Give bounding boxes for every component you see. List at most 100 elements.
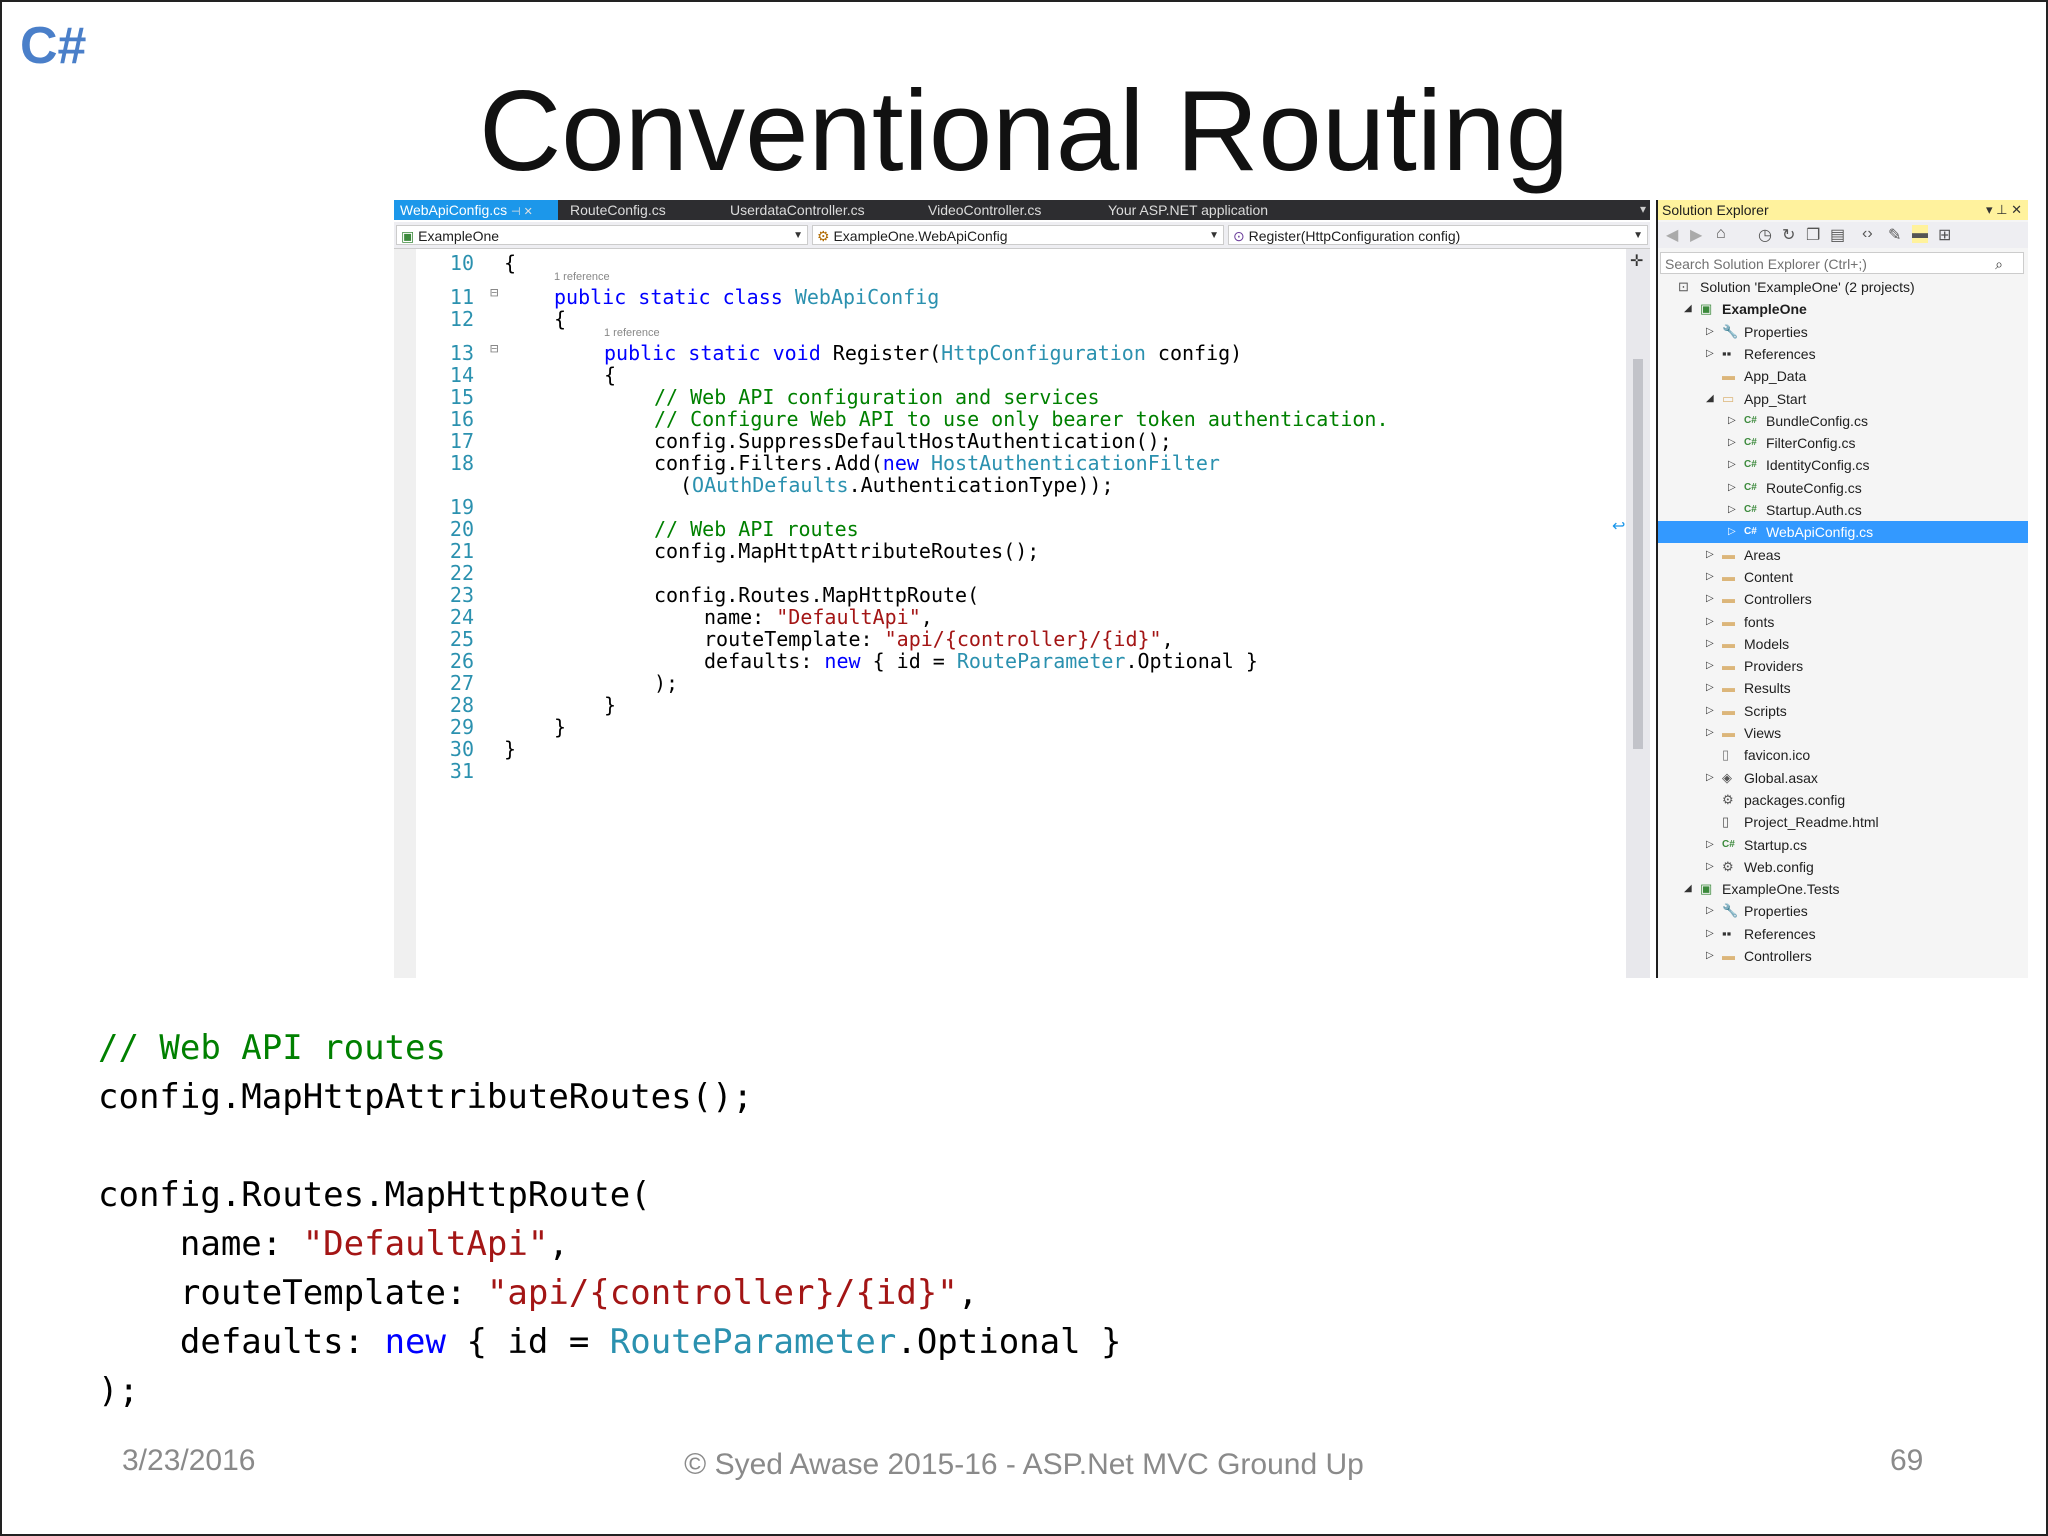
tree-item[interactable]: ◢ ▣ ExampleOne xyxy=(1658,298,2028,320)
tree-item[interactable]: ▷ C# Startup.cs xyxy=(1658,834,2028,856)
expand-icon[interactable]: ▷ xyxy=(1706,923,1714,945)
expand-icon[interactable]: ▷ xyxy=(1728,432,1736,454)
solution-explorer-toolbar: ◀ ▶ ⌂ ◷ ↻ ❐ ▤ ‹› ✎ ▬ ⊞ xyxy=(1658,222,2028,248)
forward-icon[interactable]: ▶ xyxy=(1690,225,1702,245)
sync-icon[interactable]: ▬ xyxy=(1912,225,1928,243)
tree-item[interactable]: ◢ ▭ App_Start xyxy=(1658,388,2028,410)
collapse-icon[interactable]: ◢ xyxy=(1684,878,1692,900)
tree-item[interactable]: ⚙ packages.config xyxy=(1658,789,2028,811)
tab-videocontroller[interactable]: VideoController.cs xyxy=(928,202,1041,218)
tree-item[interactable]: ◢ ▣ ExampleOne.Tests xyxy=(1658,878,2028,900)
tab-webapiconfig[interactable]: WebApiConfig.cs ⊣ ✕ xyxy=(394,200,558,220)
tree-item[interactable]: ▯ Project_Readme.html xyxy=(1658,811,2028,833)
search-icon[interactable]: ⌕ xyxy=(1995,253,2003,275)
tree-item[interactable]: ▷ ▬ Views xyxy=(1658,722,2028,744)
tab-your-aspnet-application[interactable]: Your ASP.NET application xyxy=(1108,202,1268,218)
expand-icon[interactable]: ▷ xyxy=(1706,633,1714,655)
properties-wrench-icon[interactable]: ✎ xyxy=(1888,225,1901,245)
expand-icon[interactable]: ▷ xyxy=(1706,544,1714,566)
project-dropdown[interactable]: ▣ ExampleOne ▼ xyxy=(396,225,808,245)
tree-item[interactable]: ▯ favicon.ico xyxy=(1658,744,2028,766)
solution-explorer-search-input[interactable]: Search Solution Explorer (Ctrl+;) ⌕ xyxy=(1660,252,2024,274)
tree-item[interactable]: ▷ ▬ Scripts xyxy=(1658,700,2028,722)
tab-dropdown-icon[interactable]: ▾ xyxy=(1640,202,1646,216)
tab-routeconfig[interactable]: RouteConfig.cs xyxy=(570,202,666,218)
tree-item[interactable]: ▷ ◈ Global.asax xyxy=(1658,767,2028,789)
panel-controls-icon[interactable]: ▾ ⊥ ✕ xyxy=(1986,200,2022,220)
code-line-23: config.Routes.MapHttpRoute( xyxy=(654,583,980,607)
expand-icon[interactable]: ▷ xyxy=(1706,700,1714,722)
collapse-icon[interactable]: ⊟ xyxy=(490,341,498,357)
history-icon[interactable]: ◷ xyxy=(1758,225,1772,245)
tree-item[interactable]: ▬ App_Data xyxy=(1658,365,2028,387)
line-number: 31 xyxy=(449,759,474,783)
tree-item[interactable]: ▷ C# Startup.Auth.cs xyxy=(1658,499,2028,521)
slide-title: Conventional Routing xyxy=(478,68,1570,195)
tree-item[interactable]: ▷ 🔧 Properties xyxy=(1658,321,2028,343)
tree-item[interactable]: ▷ ▬ Controllers xyxy=(1658,945,2028,967)
expand-icon[interactable]: ▷ xyxy=(1706,566,1714,588)
tree-item[interactable]: ▷ ▬ Models xyxy=(1658,633,2028,655)
tree-item-label: ExampleOne.Tests xyxy=(1722,881,1840,898)
expand-icon[interactable]: ▷ xyxy=(1728,499,1736,521)
collapse-icon[interactable]: ◢ xyxy=(1684,298,1692,320)
home-icon[interactable]: ⌂ xyxy=(1716,225,1726,243)
type-dropdown[interactable]: ⚙ ExampleOne.WebApiConfig ▼ xyxy=(812,225,1224,245)
tree-item[interactable]: ▷ ▪▪ References xyxy=(1658,923,2028,945)
tab-pin-close-icon[interactable]: ⊣ ✕ xyxy=(511,206,533,218)
expand-icon[interactable]: ▷ xyxy=(1728,454,1736,476)
codelens-references[interactable]: 1 reference xyxy=(554,271,610,283)
expand-icon[interactable]: ▷ xyxy=(1706,611,1714,633)
expand-icon[interactable]: ▷ xyxy=(1706,321,1714,343)
refresh-icon[interactable]: ↻ xyxy=(1782,225,1795,245)
expand-icon[interactable]: ▷ xyxy=(1728,521,1736,543)
code-line-26: defaults: new { id = RouteParameter.Opti… xyxy=(704,649,1258,673)
expand-icon[interactable]: ▷ xyxy=(1728,410,1736,432)
editor-scrollbar[interactable]: ✛ xyxy=(1626,249,1650,978)
tree-item[interactable]: ▷ ▪▪ References xyxy=(1658,343,2028,365)
expand-icon[interactable]: ▷ xyxy=(1706,945,1714,967)
collapse-icon[interactable]: ⊟ xyxy=(490,285,498,301)
expand-icon[interactable]: ▷ xyxy=(1706,343,1714,365)
expand-icon[interactable]: ▷ xyxy=(1706,655,1714,677)
expand-icon[interactable]: ▷ xyxy=(1706,588,1714,610)
tab-userdatacontroller[interactable]: UserdataController.cs xyxy=(730,202,865,218)
collapse-icon[interactable]: ◢ xyxy=(1706,388,1714,410)
tree-item[interactable]: ▷ ▬ Controllers xyxy=(1658,588,2028,610)
tree-item[interactable]: ▷ ▬ fonts xyxy=(1658,611,2028,633)
codelens-references[interactable]: 1 reference xyxy=(604,327,660,339)
tree-item[interactable]: ▷ C# RouteConfig.cs xyxy=(1658,477,2028,499)
tree-item[interactable]: ▷ ▬ Results xyxy=(1658,677,2028,699)
expand-icon[interactable]: ▷ xyxy=(1706,677,1714,699)
tree-item[interactable]: ▷ C# WebApiConfig.cs xyxy=(1658,521,2028,544)
view-code-icon[interactable]: ‹› xyxy=(1862,225,1873,243)
back-icon[interactable]: ◀ xyxy=(1666,225,1678,245)
tree-item[interactable]: ▷ 🔧 Properties xyxy=(1658,900,2028,922)
tree-item[interactable]: ▷ ▬ Content xyxy=(1658,566,2028,588)
code-line-21: config.MapHttpAttributeRoutes(); xyxy=(654,539,1040,563)
scrollbar-thumb[interactable] xyxy=(1633,359,1643,749)
tree-item[interactable]: ▷ C# FilterConfig.cs xyxy=(1658,432,2028,454)
class-icon: ⚙ xyxy=(817,228,834,244)
expand-icon[interactable]: ▷ xyxy=(1706,722,1714,744)
line-number: 16 xyxy=(449,407,474,431)
code-editor[interactable]: 10 11 12 13 14 15 16 17 18 19 20 21 22 2… xyxy=(394,249,1626,978)
tree-item[interactable]: ▷ ▬ Providers xyxy=(1658,655,2028,677)
member-dropdown[interactable]: ⊙ Register(HttpConfiguration config) ▼ xyxy=(1228,225,1648,245)
expand-icon[interactable]: ▷ xyxy=(1706,834,1714,856)
tree-item[interactable]: ▷ C# IdentityConfig.cs xyxy=(1658,454,2028,476)
expand-icon[interactable]: ▷ xyxy=(1728,477,1736,499)
tree-item[interactable]: ▷ ▬ Areas xyxy=(1658,544,2028,566)
expand-icon[interactable]: ▷ xyxy=(1706,900,1714,922)
collapse-all-icon[interactable]: ❐ xyxy=(1806,225,1820,245)
tree-item[interactable]: ⊡ Solution 'ExampleOne' (2 projects) xyxy=(1658,276,2028,298)
expand-icon[interactable]: ▷ xyxy=(1706,856,1714,878)
split-editor-icon[interactable]: ✛ xyxy=(1630,251,1643,271)
class-view-icon[interactable]: ⊞ xyxy=(1938,225,1951,245)
line-number: 23 xyxy=(449,583,474,607)
tree-item[interactable]: ▷ ⚙ Web.config xyxy=(1658,856,2028,878)
tree-item[interactable]: ▷ C# BundleConfig.cs xyxy=(1658,410,2028,432)
expand-icon[interactable]: ▷ xyxy=(1706,767,1714,789)
show-all-files-icon[interactable]: ▤ xyxy=(1830,225,1845,245)
code-line-25: routeTemplate: "api/{controller}/{id}", xyxy=(704,627,1174,651)
